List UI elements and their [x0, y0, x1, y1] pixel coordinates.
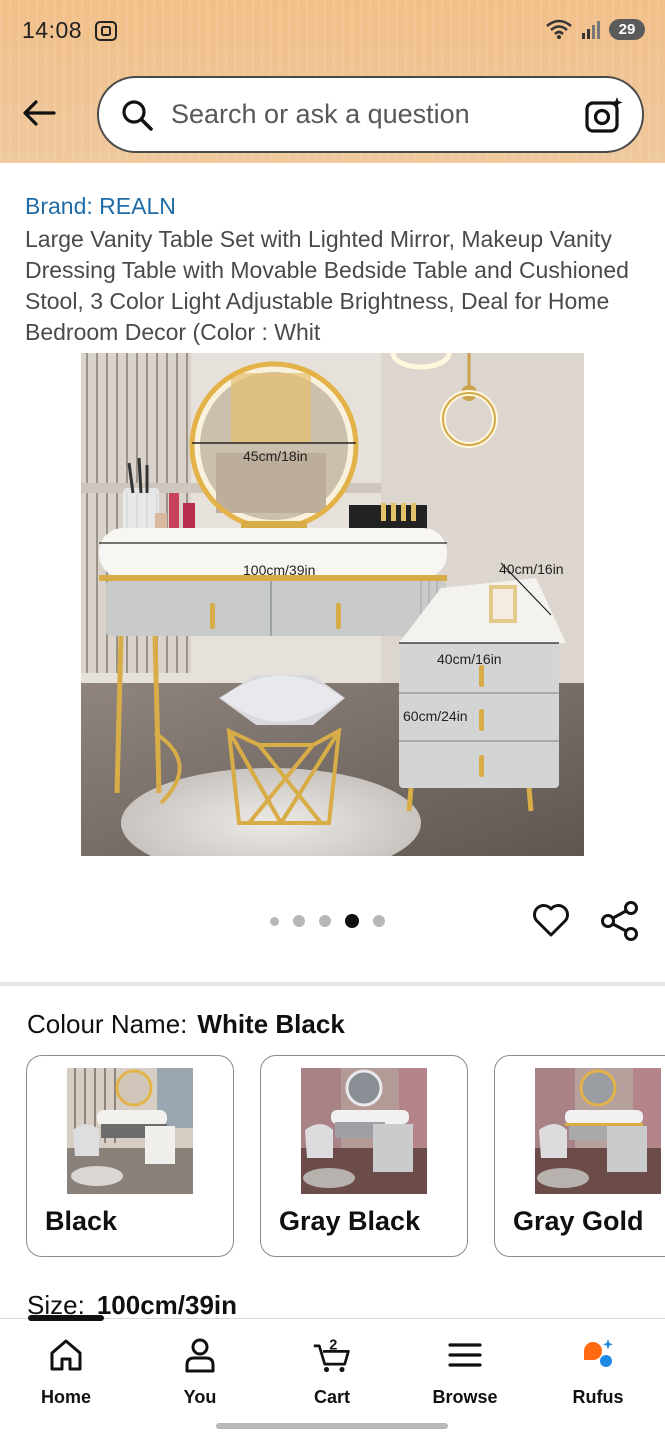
colour-thumbnail — [301, 1068, 427, 1194]
battery-icon: 29 — [609, 18, 645, 40]
cart-count-badge: 2 — [329, 1338, 337, 1354]
rufus-icon — [584, 1339, 613, 1367]
status-icons: 29 — [545, 18, 645, 40]
heart-icon[interactable] — [531, 900, 571, 940]
colour-name-label: Colour Name: — [27, 1009, 188, 1039]
person-icon — [185, 1338, 215, 1373]
colour-option-label: Black — [45, 1206, 118, 1236]
size-value: 100cm/39in — [96, 1290, 238, 1320]
nav-browse[interactable]: Browse — [410, 1335, 520, 1408]
home-icon — [50, 1339, 82, 1371]
menu-icon — [448, 1343, 482, 1367]
colour-option-black[interactable]: Black — [26, 1055, 234, 1257]
gesture-home-bar[interactable] — [216, 1423, 448, 1429]
nav-label: Browse — [432, 1387, 498, 1407]
side-height-label: 60cm/24in — [403, 708, 468, 724]
cart-icon: 2 — [313, 1338, 350, 1373]
colour-thumbnail — [535, 1068, 661, 1194]
section-divider — [0, 982, 665, 986]
product-title: Large Vanity Table Set with Lighted Mirr… — [25, 226, 629, 345]
carousel-dot[interactable] — [293, 915, 305, 927]
colour-option-gray-black[interactable]: Gray Black — [260, 1055, 468, 1257]
share-icon[interactable] — [600, 900, 640, 942]
colour-option-label: Gray Gold — [513, 1206, 644, 1236]
carousel-dot-active[interactable] — [345, 914, 359, 928]
side-width-label: 40cm/16in — [437, 651, 502, 667]
colour-name-row: Colour Name: White Black — [27, 1009, 345, 1040]
mirror-dimension-label: 45cm/18in — [243, 448, 308, 464]
nav-label: You — [183, 1387, 217, 1407]
search-icon — [122, 99, 153, 131]
nav-rufus[interactable]: Rufus — [543, 1335, 653, 1408]
image-carousel-dots[interactable] — [270, 914, 385, 928]
colour-option-gray-gold[interactable]: Gray Gold — [494, 1055, 665, 1257]
brand-link[interactable]: Brand: REALN — [25, 193, 176, 220]
product-image[interactable]: 45cm/18in 100cm/39in 40cm/16in 40cm/16in… — [81, 353, 584, 856]
bottom-navigation: Home You 2 Cart Browse Rufus — [0, 1315, 665, 1440]
wifi-icon — [546, 19, 572, 39]
nav-you[interactable]: You — [145, 1335, 255, 1408]
camera-icon[interactable] — [584, 95, 624, 135]
search-input[interactable]: Search or ask a question — [171, 99, 584, 130]
back-arrow-icon — [23, 100, 56, 126]
active-tab-indicator — [28, 1315, 104, 1321]
nav-home[interactable]: Home — [11, 1335, 121, 1408]
nav-label: Home — [40, 1387, 91, 1407]
carousel-dot[interactable] — [319, 915, 331, 927]
status-time: 14:08 — [22, 17, 83, 43]
signal-icon — [582, 21, 600, 39]
side-depth-label: 40cm/16in — [499, 561, 564, 577]
nav-label: Cart — [313, 1387, 350, 1407]
nav-cart[interactable]: 2 Cart — [277, 1335, 387, 1408]
nav-label: Rufus — [572, 1387, 624, 1407]
colour-thumbnail — [67, 1068, 193, 1194]
colour-option-label: Gray Black — [279, 1206, 421, 1236]
search-bar[interactable]: Search or ask a question — [97, 76, 644, 153]
colour-name-value: White Black — [197, 1009, 345, 1039]
screenshot-icon — [95, 21, 117, 41]
carousel-dot[interactable] — [373, 915, 385, 927]
back-button[interactable] — [20, 94, 58, 132]
carousel-dot[interactable] — [270, 916, 279, 926]
